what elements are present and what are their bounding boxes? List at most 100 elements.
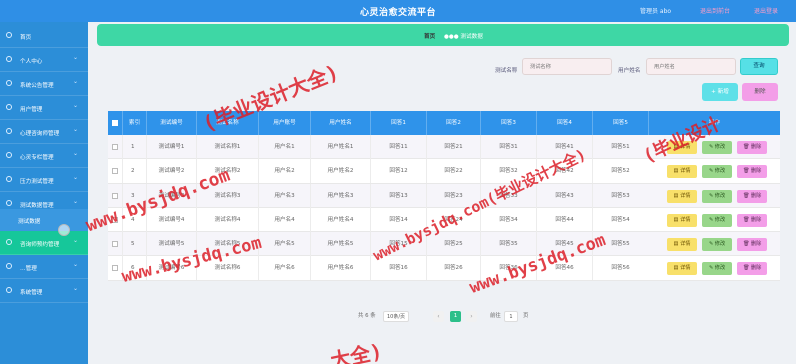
table-cell: 回答43 xyxy=(536,183,592,208)
table-cell: 回答56 xyxy=(592,256,648,281)
column-header: 测试名称 xyxy=(196,111,258,135)
table-cell: 用户名4 xyxy=(258,207,310,232)
delete-button[interactable]: 🗑 删除 xyxy=(737,238,767,252)
menu-circle-icon xyxy=(6,128,12,134)
edit-button[interactable]: ✎ 修改 xyxy=(702,262,732,276)
sidebar-item-1[interactable]: 个人中心 ⌄ xyxy=(0,48,88,72)
table-cell: 用户姓名2 xyxy=(310,159,370,184)
sidebar: 首页 个人中心 ⌄ 系统公告管理 ⌄ 用户管理 ⌄ 心理咨询师管理 ⌄ 心灵专栏管理 ⌄ 压力测试管理… xyxy=(0,22,88,364)
app-title: 心灵治愈交流平台 xyxy=(359,8,436,18)
edit-button[interactable]: ✎ 修改 xyxy=(702,165,732,179)
search-label-user-name: 用户姓名 xyxy=(618,68,641,74)
breadcrumb-current: ●●● 测试数据 xyxy=(444,34,483,40)
table-cell: 回答52 xyxy=(592,159,648,184)
delete-button[interactable]: 🗑 删除 xyxy=(737,165,767,179)
sidebar-item-label: 心灵专栏管理 xyxy=(20,155,54,161)
table-cell: 测试编号1 xyxy=(146,135,196,159)
menu-circle-icon xyxy=(6,263,12,269)
row-checkbox[interactable] xyxy=(112,265,118,272)
prev-page-button[interactable]: ‹ xyxy=(433,311,444,322)
add-button[interactable]: + 新增 xyxy=(702,83,738,101)
edit-button[interactable]: ✎ 修改 xyxy=(702,189,732,203)
detail-button[interactable]: ▤ 详情 xyxy=(667,213,697,227)
detail-button[interactable]: ▤ 详情 xyxy=(667,165,697,179)
table-cell: 回答44 xyxy=(536,207,592,232)
page-number-current[interactable]: 1 xyxy=(450,311,461,322)
table-cell: 回答33 xyxy=(480,183,536,208)
table-cell: 用户姓名4 xyxy=(310,207,370,232)
sidebar-subitem-test-data[interactable]: 测试数据 xyxy=(0,209,88,231)
table-cell: 回答23 xyxy=(426,183,480,208)
menu-circle-icon xyxy=(6,32,12,38)
edit-button[interactable]: ✎ 修改 xyxy=(702,238,732,252)
row-checkbox[interactable] xyxy=(112,241,118,248)
delete-button[interactable]: 🗑 删除 xyxy=(737,141,767,154)
chevron-down-icon: ⌄ xyxy=(72,261,78,268)
table-cell: 用户姓名5 xyxy=(310,232,370,257)
sidebar-item-3[interactable]: 用户管理 ⌄ xyxy=(0,96,88,120)
logout-link[interactable]: 退出登录 xyxy=(754,6,778,15)
row-checkbox[interactable] xyxy=(112,192,118,199)
table-cell: 回答31 xyxy=(480,135,536,159)
menu-circle-icon xyxy=(6,104,12,110)
sidebar-item-2[interactable]: 系统公告管理 ⌄ xyxy=(0,72,88,96)
test-name-input[interactable] xyxy=(522,58,612,75)
table-cell: 回答34 xyxy=(480,207,536,232)
sidebar-item-label: 系统管理 xyxy=(20,290,43,296)
select-all-checkbox[interactable] xyxy=(112,120,118,126)
sidebar-item-10[interactable]: 系统管理 ⌄ xyxy=(0,279,88,303)
delete-button[interactable]: 🗑 删除 xyxy=(737,262,767,276)
sidebar-item-6[interactable]: 压力测试管理 ⌄ xyxy=(0,168,88,192)
sidebar-item-4[interactable]: 心理咨询师管理 ⌄ xyxy=(0,120,88,144)
menu-circle-icon xyxy=(6,239,12,245)
next-page-button[interactable]: › xyxy=(466,311,477,322)
table-cell: 回答25 xyxy=(426,232,480,257)
watermark: 大全) xyxy=(328,338,385,364)
delete-button[interactable]: 🗑 删除 xyxy=(737,189,767,203)
table-cell: 用户名1 xyxy=(258,135,310,159)
sidebar-item-label: 压力测试管理 xyxy=(20,179,54,185)
exit-to-front-link[interactable]: 退出到前台 xyxy=(700,6,730,15)
current-user: 管理员 abo xyxy=(640,8,672,15)
table-cell: 回答21 xyxy=(426,135,480,159)
table-row: 4 测试编号4 测试名称4 用户名4 用户姓名4 回答14 回答24 回答34 回答44 回答54… xyxy=(108,207,780,233)
detail-button[interactable]: ▤ 详情 xyxy=(667,189,697,203)
detail-button[interactable]: ▤ 详情 xyxy=(667,141,697,154)
sidebar-item-8[interactable]: 咨询师预约管理 ⌄ xyxy=(0,231,88,255)
sidebar-item-0[interactable]: 首页 xyxy=(0,24,88,48)
sidebar-item-label: 用户管理 xyxy=(20,107,43,113)
detail-button[interactable]: ▤ 详情 xyxy=(667,238,697,252)
row-checkbox[interactable] xyxy=(112,216,118,223)
search-label-test-name: 测试名称 xyxy=(495,68,518,74)
table-cell: 2 xyxy=(122,159,146,184)
sidebar-item-9[interactable]: …管理 ⌄ xyxy=(0,255,88,279)
sidebar-item-label: …管理 xyxy=(20,266,37,272)
edit-button[interactable]: ✎ 修改 xyxy=(702,213,732,227)
menu-circle-icon xyxy=(6,287,12,293)
chevron-down-icon: ⌄ xyxy=(72,150,78,157)
menu-circle-icon xyxy=(6,56,12,62)
goto-page-input[interactable]: 1 xyxy=(504,311,518,322)
page-suffix: 页 xyxy=(523,313,529,319)
sidebar-item-label: 个人中心 xyxy=(20,59,43,65)
row-checkbox[interactable] xyxy=(112,144,118,150)
page-size-select[interactable]: 10条/页 xyxy=(383,311,409,322)
edit-button[interactable]: ✎ 修改 xyxy=(702,141,732,154)
user-name-input[interactable] xyxy=(646,58,736,75)
column-header: 索引 xyxy=(122,111,146,135)
table-cell: 回答16 xyxy=(370,256,426,281)
detail-button[interactable]: ▤ 详情 xyxy=(667,262,697,276)
table-cell: 测试名称2 xyxy=(196,159,258,184)
column-header: 回答1 xyxy=(370,111,426,135)
search-button[interactable]: 查询 xyxy=(740,58,778,75)
delete-button[interactable]: 🗑 删除 xyxy=(737,213,767,227)
table-cell: 用户名6 xyxy=(258,256,310,281)
data-table: 索引 测试编号 测试名称 用户账号 用户姓名 回答1 回答2 回答3 回答4 回答5 操作 1 测试编号… xyxy=(108,111,780,281)
sidebar-item-5[interactable]: 心灵专栏管理 ⌄ xyxy=(0,144,88,168)
table-cell: 回答45 xyxy=(536,232,592,257)
batch-delete-button[interactable]: 删除 xyxy=(742,83,778,101)
breadcrumb-home[interactable]: 首页 xyxy=(424,32,435,40)
row-checkbox[interactable] xyxy=(112,168,118,175)
table-cell: 用户名5 xyxy=(258,232,310,257)
table-cell: 回答53 xyxy=(592,183,648,208)
